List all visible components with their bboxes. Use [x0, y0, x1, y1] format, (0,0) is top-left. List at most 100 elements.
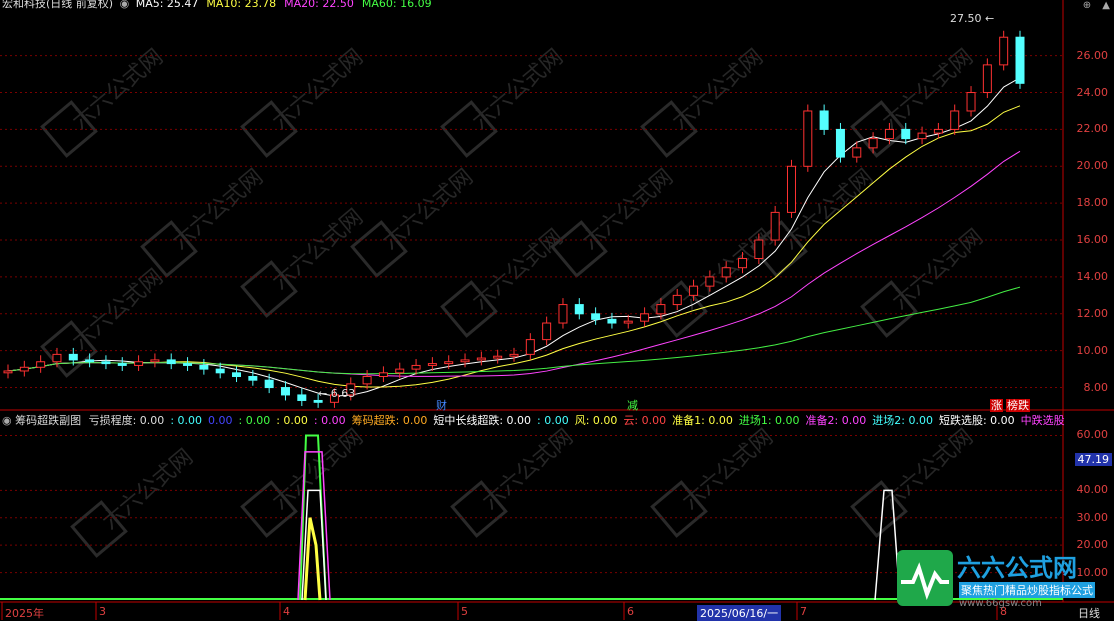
candle-body	[509, 353, 519, 357]
indicator-legend-item: 筹码超跌: 0.00	[351, 414, 428, 427]
indicator-legend-item: 准备2: 0.00	[805, 414, 867, 427]
logo-mark	[897, 550, 953, 606]
date-tick: 5	[461, 605, 468, 618]
candle-body	[770, 211, 780, 241]
candle-body	[493, 355, 503, 359]
price-tick: 24.00	[1076, 85, 1109, 99]
candle-body	[607, 318, 617, 324]
candle-body	[656, 304, 666, 315]
candle-body	[884, 128, 894, 140]
price-tick: 14.00	[1076, 269, 1109, 283]
stock-title[interactable]: 宏和科技(日线 前复权)	[2, 0, 113, 10]
price-tick: 26.00	[1076, 48, 1109, 62]
candle-body	[558, 304, 568, 324]
ma-legend-item: MA20: 22.50	[284, 0, 354, 10]
marker-jian: 减	[627, 399, 638, 412]
candle-body	[411, 364, 421, 370]
watermark-text: 六六公式网	[678, 425, 778, 515]
candle-body	[705, 276, 715, 287]
candle-body	[183, 363, 193, 366]
settings-icon[interactable]: ◉	[120, 0, 130, 10]
candle-body	[917, 132, 927, 140]
date-tick: 7	[800, 605, 807, 618]
candle-body	[623, 320, 633, 324]
candle-body	[427, 363, 437, 366]
candle-body	[395, 368, 405, 374]
indicator-legend-item: 进场1: 0.00	[738, 414, 800, 427]
price-tick: 8.00	[1083, 380, 1109, 394]
marker-zhang: 涨	[990, 399, 1003, 412]
candle-body	[378, 372, 388, 377]
candle-body	[19, 366, 29, 372]
price-tick: 20.00	[1076, 159, 1109, 173]
candle-body	[476, 357, 486, 361]
candle-body	[134, 361, 144, 366]
site-logo: 六六公式网 聚焦热门精品炒股指标公式 www.66gsw.com	[897, 548, 1114, 609]
indicator-legend-item: 准备1: 0.00	[672, 414, 733, 427]
candle-body	[689, 285, 699, 296]
indicator-legend: 亏损程度: 0.00: 0.00 0.00: 0.00: 0.00: 0.00 筹码…	[89, 414, 1071, 427]
candle-body	[868, 138, 878, 149]
chart-canvas[interactable]: 六六公式网 六六公式网 六六公式网 六六公式网 六六公式网六六公式网 六六公式网 六六公式网…	[0, 0, 1114, 620]
candle-body	[640, 313, 650, 322]
indicator-legend-item: : 0.00	[537, 414, 569, 427]
window-controls: ⊕ ▲	[1083, 0, 1110, 11]
candle-body	[950, 110, 960, 130]
watermark-text: 六六公式网	[98, 445, 198, 535]
candle-body	[852, 147, 862, 158]
cursor-date: 2025/06/16/一	[697, 605, 782, 621]
watermark-text: 六六公式网	[378, 165, 478, 255]
candle-body	[460, 359, 470, 363]
watermark-text: 六六公式网	[68, 45, 168, 135]
candle-body	[36, 361, 46, 368]
candle-body	[672, 294, 682, 306]
candle-body	[3, 370, 13, 374]
indicator-tick: 40.00	[1076, 483, 1109, 497]
candle-body	[52, 353, 62, 363]
candle-body	[542, 322, 552, 341]
expand-icon[interactable]: ⊕	[1083, 0, 1091, 11]
sub-chart-header: ◉ 筹码超跌副图 亏损程度: 0.00: 0.00 0.00: 0.00: 0.0…	[2, 415, 1071, 427]
price-tick: 18.00	[1076, 196, 1109, 210]
marker-cai: 财	[436, 399, 447, 412]
ma-legend-item: MA5: 25.47	[135, 0, 199, 10]
candle-body	[901, 128, 911, 140]
candle-body	[754, 239, 764, 259]
candle-body	[215, 368, 225, 374]
ma-legend: MA5: 25.47 MA10: 23.78 MA20: 22.50 MA60: 16…	[136, 0, 440, 10]
indicator-legend-item: 短跌选股: 0.00	[938, 414, 1015, 427]
main-chart-header: 宏和科技(日线 前复权) ◉ MA5: 25.47 MA10: 23.78 MA20…	[2, 0, 440, 10]
marker-bangdie: 榜跌	[1006, 399, 1030, 412]
ma-legend-item: MA60: 16.09	[361, 0, 432, 10]
candle-body	[150, 359, 160, 363]
settings-icon[interactable]: ◉	[2, 414, 12, 427]
watermark-text: 六六公式网	[468, 45, 568, 135]
date-tick: 4	[283, 605, 290, 618]
indicator-legend-item: 进场2: 0.00	[872, 414, 933, 427]
brand-name: 六六公式网	[957, 554, 1077, 582]
watermark-text: 六六公式网	[878, 45, 978, 135]
candle-body	[101, 361, 111, 365]
scroll-up-icon[interactable]: ▲	[1102, 0, 1110, 11]
indicator-current-value: 47.19	[1074, 453, 1112, 466]
price-tick: 10.00	[1076, 343, 1109, 357]
watermark-text: 六六公式网	[888, 225, 988, 315]
candle-body	[313, 399, 323, 403]
candle-body	[280, 387, 290, 396]
candle-body	[835, 128, 845, 158]
candle-body	[721, 267, 731, 278]
indicator-title[interactable]: 筹码超跌副图	[15, 414, 81, 427]
candle-body	[525, 339, 535, 355]
price-tick: 12.00	[1076, 306, 1109, 320]
indicator-legend-item: 0.00	[208, 414, 233, 427]
brand-url: www.66gsw.com	[959, 598, 1042, 609]
date-tick: 2025年	[5, 607, 44, 620]
candle-body	[982, 64, 992, 94]
watermark-text: 六六公式网	[578, 165, 678, 255]
high-price-label: 27.50 ←	[950, 12, 995, 25]
candle-body	[738, 257, 748, 269]
candle-body	[786, 165, 796, 213]
candle-body	[966, 92, 976, 112]
indicator-legend-item: : 0.00	[238, 414, 271, 427]
candle-body	[264, 379, 274, 389]
